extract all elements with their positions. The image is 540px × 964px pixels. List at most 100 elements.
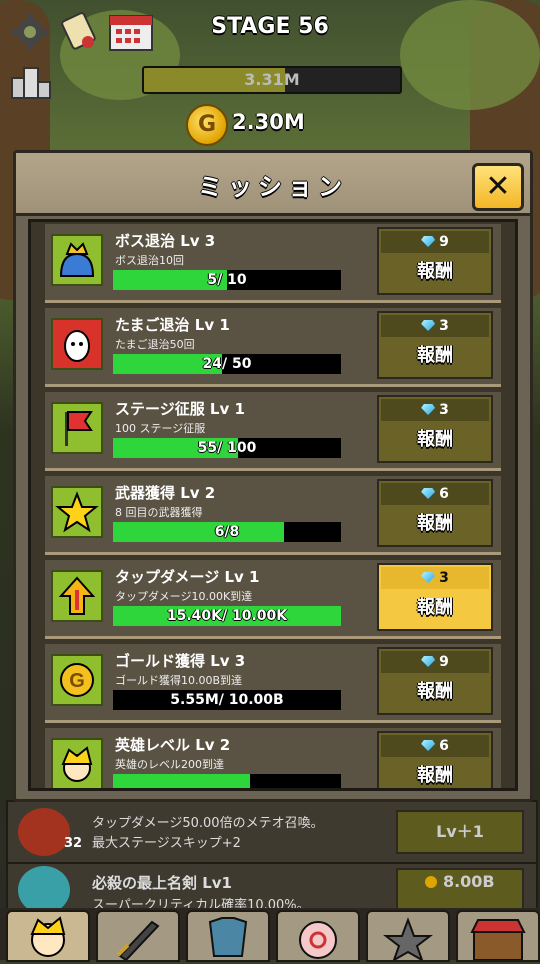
- mission-desc: タップダメージ10.00K到達: [115, 590, 253, 603]
- reward-label: 報酬: [417, 765, 453, 786]
- mission-row: ボス退治 Lv 3 ボス退治10回 5/ 10 9 報酬: [45, 224, 501, 303]
- reward-button[interactable]: 3 報酬: [377, 395, 493, 463]
- reward-value: 6: [439, 738, 449, 754]
- gold-amount: 2.30M: [232, 110, 305, 134]
- sword-skill-icon: [18, 866, 70, 914]
- mission-desc: ボス退治10回: [115, 254, 184, 267]
- reward-amount: 6: [381, 483, 489, 505]
- tab-weapon[interactable]: [96, 910, 180, 962]
- bottom-tab-bar: [0, 908, 540, 963]
- skill-levelup-button[interactable]: Lv＋1: [396, 810, 524, 854]
- gold-coin-icon: G: [51, 654, 103, 706]
- reward-amount: 3: [381, 567, 489, 589]
- panel-header: ミッション ✕: [16, 153, 530, 216]
- reward-label: 報酬: [417, 681, 453, 702]
- progress-text: 6/8: [214, 524, 240, 540]
- skill-desc-line2: 最大ステージスキップ+2: [92, 836, 241, 851]
- diamond-icon: [421, 740, 436, 751]
- mission-progress-bar: 15.40K/ 10.00K: [113, 606, 341, 626]
- reward-button[interactable]: 6 報酬: [377, 479, 493, 547]
- reward-amount: 9: [381, 231, 489, 253]
- mission-title: タップダメージ Lv 1: [115, 568, 260, 586]
- reward-amount: 9: [381, 651, 489, 673]
- mission-row: ステージ征服 Lv 1 100 ステージ征服 55/ 100 3 報酬: [45, 392, 501, 471]
- hero-face-icon: [30, 916, 66, 957]
- mission-title: ボス退治 Lv 3: [115, 232, 216, 250]
- skill-cost: 8.00B: [442, 872, 495, 891]
- star-icon: [51, 486, 103, 538]
- reward-value: 3: [439, 570, 449, 586]
- diamond-icon: [421, 488, 436, 499]
- mission-progress-bar: 5.55M/ 10.00B: [113, 690, 341, 710]
- gold-coin-icon: [425, 876, 438, 888]
- reward-value: 3: [439, 402, 449, 418]
- skill-row: 必殺の最上名剣 Lv1 スーパークリティカル確率10.00%。 8.00B: [6, 862, 538, 914]
- reward-amount: 6: [381, 735, 489, 757]
- mission-title: 武器獲得 Lv 2: [115, 484, 216, 502]
- tap-arrow-icon: [51, 570, 103, 622]
- diamond-icon: [421, 236, 436, 247]
- mission-desc: ゴールド獲得10.00B到達: [115, 674, 243, 687]
- reward-value: 3: [439, 318, 449, 334]
- close-button[interactable]: ✕: [472, 163, 524, 211]
- calendar-icon[interactable]: [108, 12, 154, 52]
- tab-armor[interactable]: [186, 910, 270, 962]
- slime-king-icon: [51, 234, 103, 286]
- claim-reward-button[interactable]: 3 報酬: [377, 563, 493, 631]
- mission-list[interactable]: ボス退治 Lv 3 ボス退治10回 5/ 10 9 報酬 たまご退治 Lv 1 …: [28, 219, 518, 791]
- panel-title: ミッション: [198, 173, 348, 201]
- reward-amount: 3: [381, 399, 489, 421]
- star-medal-icon: [383, 917, 433, 963]
- mission-row: 武器獲得 Lv 2 8 回目の武器獲得 6/8 6 報酬: [45, 476, 501, 555]
- reward-button[interactable]: 9 報酬: [377, 227, 493, 295]
- skill-row: 32 タップダメージ50.00倍のメテオ召喚。 最大ステージスキップ+2 Lv＋…: [6, 800, 538, 864]
- reward-label: 報酬: [417, 597, 453, 618]
- tab-shop[interactable]: [456, 910, 540, 962]
- boss-hp-value: 3.31M: [244, 70, 300, 89]
- settings-gear-icon[interactable]: [10, 12, 50, 52]
- diamond-icon: [421, 404, 436, 415]
- mission-progress-bar: 6/8: [113, 522, 341, 542]
- mission-panel: ミッション ✕ ボス退治 Lv 3 ボス退治10回 5/ 10 9 報酬 たまご…: [13, 150, 533, 802]
- reward-label: 報酬: [417, 261, 453, 282]
- progress-text: 5/ 10: [207, 272, 247, 288]
- mission-desc: 8 回目の武器獲得: [115, 506, 203, 519]
- shop-icon: [470, 919, 526, 961]
- reward-value: 6: [439, 486, 449, 502]
- progress-text: [113, 774, 341, 788]
- reward-label: 報酬: [417, 429, 453, 450]
- boss-hp-bar: 3.31M: [142, 66, 402, 94]
- reward-button[interactable]: 9 報酬: [377, 647, 493, 715]
- pet-orb-icon: [299, 921, 337, 959]
- mission-desc: 英雄のレベル200到達: [115, 758, 224, 771]
- mission-row: G ゴールド獲得 Lv 3 ゴールド獲得10.00B到達 5.55M/ 10.0…: [45, 644, 501, 723]
- quest-scroll-icon[interactable]: [58, 10, 98, 52]
- mission-row: タップダメージ Lv 1 タップダメージ10.00K到達 15.40K/ 10.…: [45, 560, 501, 639]
- mission-row: 英雄レベル Lv 2 英雄のレベル200到達 6 報酬: [45, 728, 501, 788]
- skill-desc-line1: タップダメージ50.00倍のメテオ召喚。: [92, 816, 324, 831]
- progress-text: 55/ 100: [197, 440, 257, 456]
- reward-button[interactable]: 3 報酬: [377, 311, 493, 379]
- progress-text: 5.55M/ 10.00B: [170, 692, 284, 708]
- armor-icon: [208, 917, 248, 957]
- mission-title: ゴールド獲得 Lv 3: [115, 652, 246, 670]
- svg-text:G: G: [69, 670, 85, 692]
- sword-icon: [116, 920, 160, 962]
- ranking-podium-icon[interactable]: [10, 62, 52, 100]
- skill-cost-button[interactable]: 8.00B: [396, 868, 524, 912]
- progress-text: 24/ 50: [202, 356, 252, 372]
- tab-hero[interactable]: [6, 910, 90, 962]
- tab-artifact[interactable]: [366, 910, 450, 963]
- reward-button[interactable]: 6 報酬: [377, 731, 493, 788]
- skill-name: 必殺の最上名剣 Lv1: [92, 874, 232, 892]
- mission-desc: たまご退治50回: [115, 338, 195, 351]
- reward-value: 9: [439, 234, 449, 250]
- mission-row: たまご退治 Lv 1 たまご退治50回 24/ 50 3 報酬: [45, 308, 501, 387]
- mission-title: たまご退治 Lv 1: [115, 316, 230, 334]
- mission-title: 英雄レベル Lv 2: [115, 736, 231, 754]
- tab-pet[interactable]: [276, 910, 360, 962]
- mission-progress-bar: 55/ 100: [113, 438, 341, 458]
- hero-face-icon: [51, 738, 103, 788]
- reward-label: 報酬: [417, 345, 453, 366]
- red-flag-icon: [51, 402, 103, 454]
